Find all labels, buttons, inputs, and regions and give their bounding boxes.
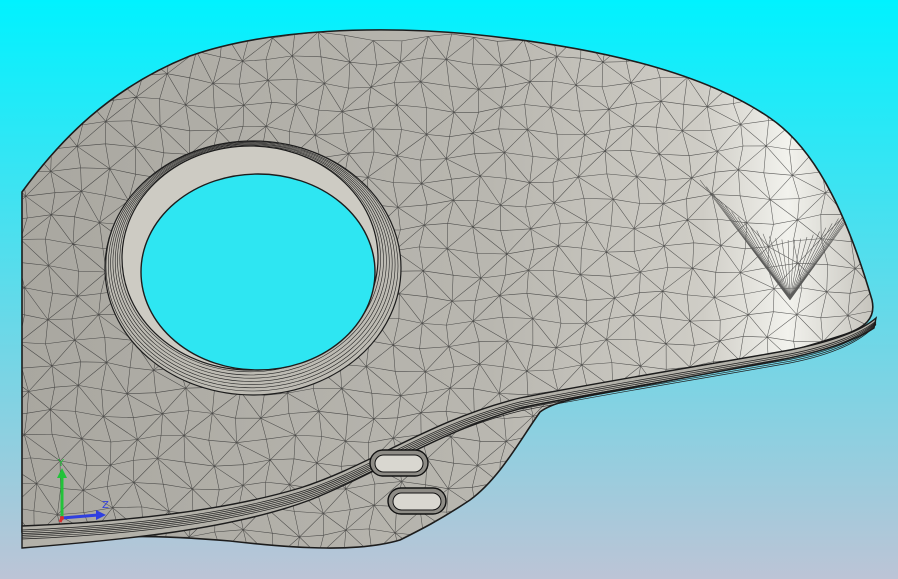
circular-port[interactable] (104, 140, 402, 396)
triad-z-label: Z (102, 500, 109, 511)
mesh-render (0, 0, 898, 579)
triad-y-label: Y (58, 458, 65, 469)
vent-slot-upper (369, 449, 429, 477)
vent-slot-lower (387, 487, 447, 515)
port-opening (140, 173, 376, 371)
3d-viewport[interactable]: Y Z (0, 0, 898, 579)
